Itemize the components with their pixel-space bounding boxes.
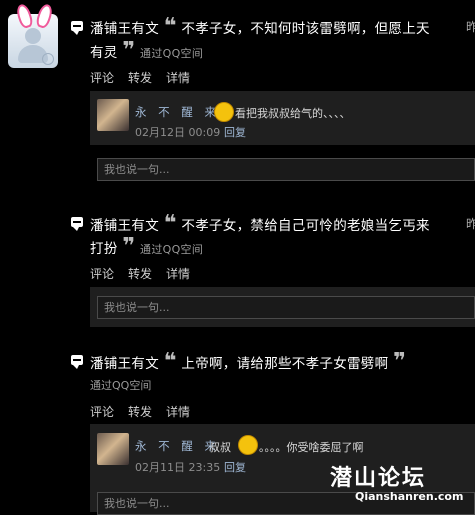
reply-text-b: 。。。。你受啥委屈了啊 — [259, 441, 364, 454]
reply-item: 永 不 醒 来 看把我叔叔给气的、、、、 02月12日 00:09 回复 — [90, 91, 475, 145]
via-qzone[interactable]: 通过QQ空间 — [140, 47, 203, 60]
post-chat-icon — [71, 217, 83, 231]
reply-time: 02月12日 00:09 — [135, 126, 221, 139]
quote-close-icon: ❞ — [393, 349, 407, 374]
reply-time: 02月11日 23:35 — [135, 461, 221, 474]
reply-button[interactable]: 回复 — [224, 124, 246, 140]
angry-emoji-icon — [214, 102, 234, 122]
via-qzone[interactable]: 通过QQ空间 — [90, 377, 151, 393]
post-2-line1: 潘铺王有文 ❝ 不孝子女，禁给自己可怜的老娘当乞丐来 — [90, 213, 430, 237]
quote-open-icon: ❝ — [163, 349, 177, 374]
reply-text: 看把我叔叔给气的、、、、 — [235, 107, 351, 120]
post-text-cont: 有灵 — [90, 45, 118, 61]
user-avatar[interactable] — [8, 2, 58, 68]
reply-text-a: 叔叔 — [209, 441, 231, 454]
detail-link[interactable]: 详情 — [166, 403, 190, 420]
bunny-ear-right — [34, 2, 55, 30]
forward-link[interactable]: 转发 — [128, 403, 152, 420]
grin-emoji-icon — [238, 435, 258, 455]
bunny-ear-left — [14, 2, 35, 30]
post-author[interactable]: 潘铺王有文 — [90, 218, 159, 234]
post-chat-icon — [71, 21, 83, 35]
detail-link[interactable]: 详情 — [166, 265, 190, 282]
post-text: 上帝啊，请给那些不孝子女雷劈啊 — [181, 356, 389, 372]
comment-link[interactable]: 评论 — [90, 69, 114, 86]
forward-link[interactable]: 转发 — [128, 265, 152, 282]
comment-link[interactable]: 评论 — [90, 265, 114, 282]
post-text-cont: 打扮 — [90, 241, 118, 257]
quote-open-icon: ❝ — [163, 211, 177, 236]
post-text: 不孝子女，不知何时该雷劈啊，但愿上天 — [181, 21, 430, 37]
forward-link[interactable]: 转发 — [128, 69, 152, 86]
watermark-title: 潜山论坛 — [330, 465, 427, 491]
post-time-cut: 昨 — [466, 217, 475, 231]
post-author[interactable]: 潘铺王有文 — [90, 356, 159, 372]
avatar-badge-icon — [42, 53, 54, 65]
post-1-line2: 有灵 ❞ 通过QQ空间 — [90, 40, 203, 65]
detail-link[interactable]: 详情 — [166, 69, 190, 86]
reply-author[interactable]: 永 不 醒 来 — [135, 438, 220, 454]
post-1-line1: 潘铺王有文 ❝ 不孝子女，不知何时该雷劈啊，但愿上天 — [90, 16, 430, 40]
watermark-url: Qianshanren.com — [355, 490, 464, 503]
avatar-head — [25, 28, 41, 44]
quote-open-icon: ❝ — [163, 14, 177, 39]
reply-avatar[interactable] — [97, 433, 129, 465]
quote-close-icon: ❞ — [122, 38, 136, 63]
post-3-line1: 潘铺王有文 ❝ 上帝啊，请给那些不孝子女雷劈啊 ❞ — [90, 351, 406, 375]
via-qzone[interactable]: 通过QQ空间 — [140, 243, 203, 256]
post-time-cut: 昨 — [466, 20, 475, 34]
comment-link[interactable]: 评论 — [90, 403, 114, 420]
reply-button[interactable]: 回复 — [224, 459, 246, 475]
post-2-line2: 打扮 ❞ 通过QQ空间 — [90, 236, 203, 261]
reply-author[interactable]: 永 不 醒 来 — [135, 104, 220, 120]
post-author[interactable]: 潘铺王有文 — [90, 21, 159, 37]
comment-input[interactable]: 我也说一句... — [97, 158, 475, 181]
quote-close-icon: ❞ — [122, 234, 136, 259]
reply-avatar[interactable] — [97, 99, 129, 131]
post-chat-icon — [71, 355, 83, 369]
post-text: 不孝子女，禁给自己可怜的老娘当乞丐来 — [181, 218, 430, 234]
comment-input[interactable]: 我也说一句... — [97, 296, 475, 319]
